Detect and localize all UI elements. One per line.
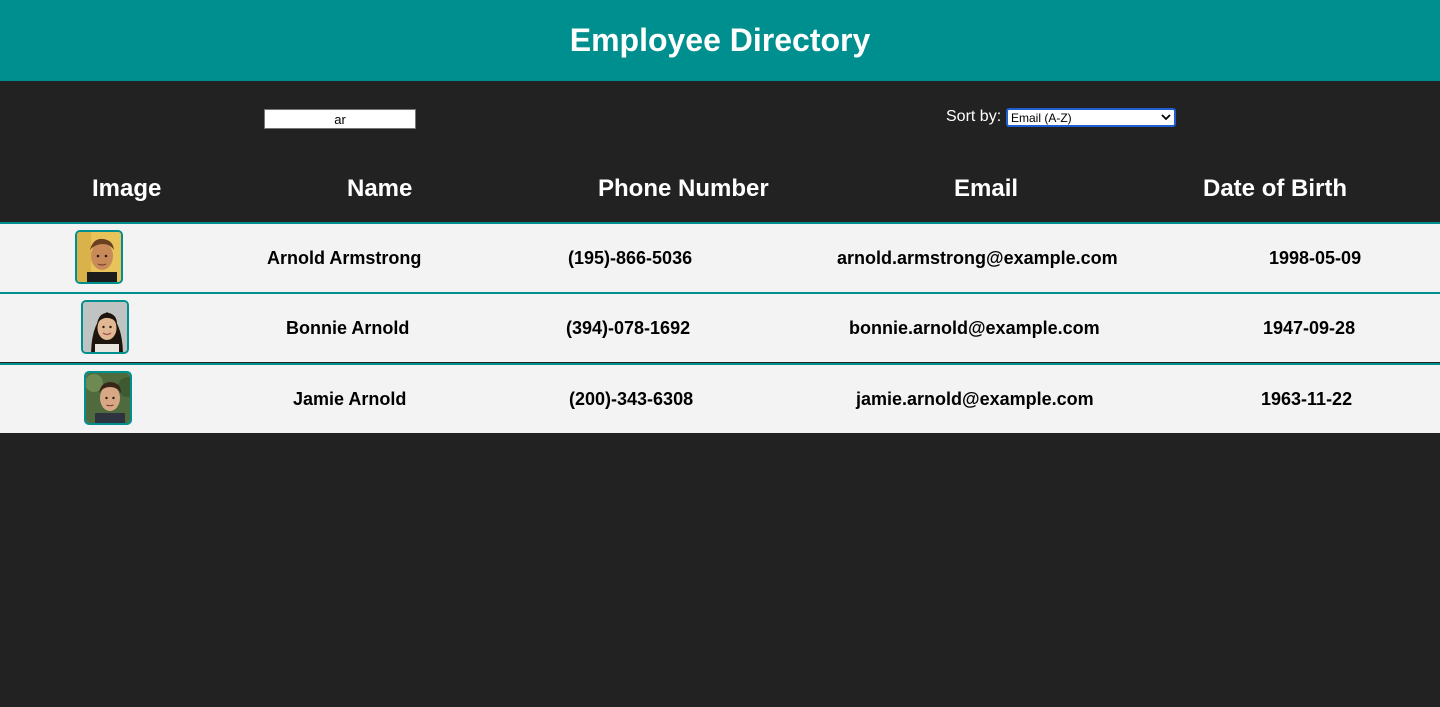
- sort-select[interactable]: Email (A-Z): [1006, 108, 1176, 127]
- column-header-image: Image: [92, 175, 162, 202]
- table-row: Arnold Armstrong (195)-866-5036 arnold.a…: [0, 222, 1440, 292]
- employee-phone: (200)-343-6308: [569, 389, 694, 409]
- page-header: Employee Directory: [0, 0, 1440, 81]
- employee-phone: (394)-078-1692: [566, 318, 691, 338]
- employee-dob: 1947-09-28: [1263, 318, 1356, 338]
- avatar-photo-man: [86, 373, 130, 423]
- page-title: Employee Directory: [569, 22, 871, 58]
- avatar: [75, 230, 123, 284]
- table-row: Bonnie Arnold (394)-078-1692 bonnie.arno…: [0, 292, 1440, 362]
- employee-name: Bonnie Arnold: [286, 318, 410, 338]
- employee-dob: 1998-05-09: [1269, 248, 1362, 268]
- column-header-email: Email: [954, 175, 1019, 202]
- employee-name: Arnold Armstrong: [267, 248, 422, 268]
- employee-name: Jamie Arnold: [293, 389, 407, 409]
- table-row: Jamie Arnold (200)-343-6308 jamie.arnold…: [0, 363, 1440, 433]
- employee-dob: 1963-11-22: [1261, 389, 1353, 409]
- column-header-dob: Date of Birth: [1203, 175, 1347, 202]
- avatar-photo-man: [77, 232, 121, 282]
- avatar-photo-woman: [83, 302, 127, 352]
- employee-email: arnold.armstrong@example.com: [837, 248, 1118, 268]
- employee-phone: (195)-866-5036: [568, 248, 693, 268]
- employee-email: bonnie.arnold@example.com: [849, 318, 1100, 338]
- search-input[interactable]: [264, 109, 416, 129]
- employee-email: jamie.arnold@example.com: [856, 389, 1094, 409]
- column-header-name: Name: [347, 175, 413, 202]
- sort-label: Sort by:: [946, 108, 1002, 125]
- avatar: [84, 371, 132, 425]
- avatar: [81, 300, 129, 354]
- column-header-phone: Phone Number: [598, 175, 769, 202]
